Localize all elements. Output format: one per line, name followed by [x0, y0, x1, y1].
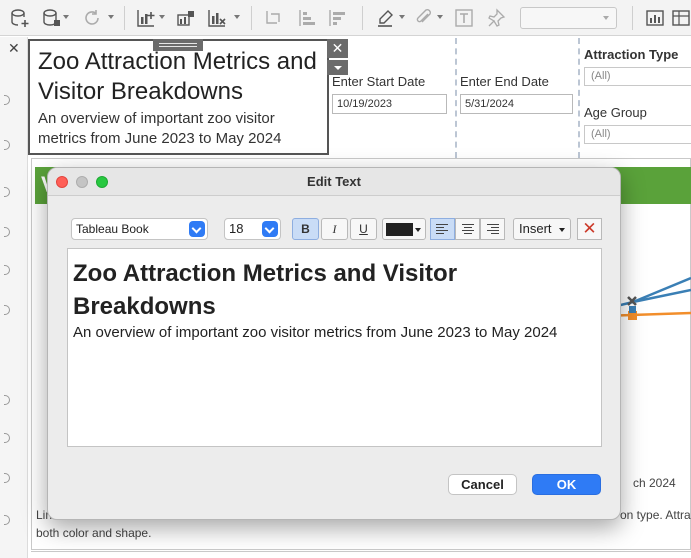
text-format-icon	[455, 9, 473, 27]
refresh-icon	[85, 10, 99, 25]
age-group-label: Age Group	[584, 105, 647, 120]
start-date-input[interactable]: 10/19/2023	[332, 94, 447, 114]
start-date-label: Enter Start Date	[332, 74, 426, 89]
underline-button[interactable]: U	[350, 218, 377, 240]
new-worksheet-icon[interactable]	[136, 8, 156, 28]
font-size-value: 18	[229, 221, 244, 236]
paste-data-menu-caret[interactable]	[63, 15, 69, 19]
panel-handle-mark	[4, 227, 10, 237]
background-text-fragment: both color and shape.	[36, 526, 152, 540]
align-right-icon	[487, 224, 499, 236]
start-date-parameter: Enter Start Date 10/19/2023	[332, 74, 447, 114]
chevron-down-icon	[415, 228, 421, 232]
panel-handle-mark	[4, 265, 10, 275]
dashboard-title-object[interactable]: Zoo Attraction Metrics and Visitor Break…	[28, 39, 329, 155]
panel-handle-mark	[4, 433, 10, 443]
clear-formatting-button[interactable]: ✕	[577, 218, 602, 240]
highlight-menu-caret[interactable]	[399, 15, 405, 19]
container-divider	[455, 38, 457, 158]
panel-handle-mark	[4, 515, 10, 525]
chart-marker-square	[629, 306, 636, 313]
sort-ascending-icon	[299, 10, 315, 26]
panel-handle-mark	[4, 473, 10, 483]
fit-dropdown-caret	[603, 16, 609, 20]
annotate-icon	[416, 9, 431, 23]
paste-data-icon[interactable]	[42, 8, 62, 28]
fit-dropdown	[520, 7, 617, 29]
background-text-fragment: ch 2024	[633, 476, 676, 490]
editor-subtitle-text: An overview of important zoo visitor met…	[73, 324, 558, 341]
insert-field-button[interactable]: Insert	[513, 218, 571, 240]
container-divider	[578, 38, 580, 158]
chevron-down-icon	[559, 228, 565, 232]
swap-icon	[266, 11, 280, 24]
edit-text-dialog: Edit Text Tableau Book 18 B I U Insert ✕…	[47, 167, 621, 520]
italic-button[interactable]: I	[321, 218, 348, 240]
attraction-type-label: Attraction Type	[584, 47, 679, 62]
left-side-panel: ✕	[0, 37, 28, 558]
align-left-icon	[436, 224, 448, 236]
show-me-icon[interactable]	[645, 8, 665, 28]
text-editor-area[interactable]: Zoo Attraction Metrics and Visitor Break…	[67, 248, 602, 447]
panel-handle-mark	[4, 95, 10, 105]
new-data-source-icon[interactable]	[10, 8, 30, 28]
font-family-value: Tableau Book	[76, 222, 149, 236]
insert-label: Insert	[519, 221, 552, 236]
align-center-button[interactable]	[455, 218, 480, 240]
clear-sheet-menu-caret[interactable]	[234, 15, 240, 19]
new-worksheet-menu-caret[interactable]	[159, 15, 165, 19]
pin-icon	[488, 8, 506, 27]
align-center-icon	[462, 224, 474, 236]
cancel-button[interactable]: Cancel	[448, 474, 517, 495]
panel-handle-mark	[4, 305, 10, 315]
sort-descending-icon	[329, 10, 345, 26]
tableau-dashboard: ✕ Zoo Attraction Metrics and Visitor Bre…	[0, 0, 691, 558]
object-menu-button[interactable]	[327, 60, 348, 75]
background-text-fragment: on type. Attra	[620, 508, 691, 522]
bottom-container-edge	[31, 551, 691, 558]
clear-sheet-icon[interactable]	[207, 8, 227, 28]
main-toolbar	[0, 0, 691, 36]
show-me-extra-icon[interactable]	[671, 8, 691, 28]
editor-title-text: Zoo Attraction Metrics and Visitor Break…	[73, 260, 458, 320]
ok-button[interactable]: OK	[532, 474, 601, 495]
dialog-titlebar[interactable]: Edit Text	[48, 168, 620, 196]
age-group-filter[interactable]: (All)	[584, 125, 691, 144]
toolbar-separator	[362, 6, 363, 30]
chart-series-blue-2	[632, 276, 691, 304]
clear-icon: ✕	[582, 219, 597, 238]
toolbar-separator	[124, 6, 125, 30]
toolbar-separator	[632, 6, 633, 30]
attraction-type-filter[interactable]: (All)	[584, 67, 691, 86]
annotate-menu-caret	[437, 15, 443, 19]
refresh-menu-caret	[108, 15, 114, 19]
font-size-select[interactable]: 18	[224, 218, 281, 240]
chevron-down-icon	[262, 221, 278, 237]
dialog-title: Edit Text	[307, 174, 361, 189]
object-move-handle[interactable]	[153, 39, 203, 51]
chevron-down-icon	[189, 221, 205, 237]
align-left-button[interactable]	[430, 218, 455, 240]
highlight-icon[interactable]	[375, 8, 395, 28]
panel-handle-mark	[4, 140, 10, 150]
end-date-label: Enter End Date	[460, 74, 549, 89]
dashboard-subtitle: An overview of important zoo visitor met…	[38, 110, 282, 147]
text-color-button[interactable]	[382, 218, 426, 240]
panel-handle-mark	[4, 187, 10, 197]
bold-button[interactable]: B	[292, 218, 319, 240]
chevron-down-icon	[334, 66, 342, 70]
text-color-swatch	[386, 223, 413, 236]
toolbar-separator	[251, 6, 252, 30]
font-family-select[interactable]: Tableau Book	[71, 218, 208, 240]
end-date-parameter: Enter End Date 5/31/2024	[460, 74, 573, 114]
panel-handle-mark	[4, 395, 10, 405]
remove-object-button[interactable]: ✕	[327, 39, 348, 58]
align-right-button[interactable]	[480, 218, 505, 240]
close-panel-icon[interactable]: ✕	[8, 40, 20, 57]
dashboard-title: Zoo Attraction Metrics and Visitor Break…	[38, 48, 317, 105]
new-dashboard-icon[interactable]	[176, 8, 196, 28]
end-date-input[interactable]: 5/31/2024	[460, 94, 573, 114]
